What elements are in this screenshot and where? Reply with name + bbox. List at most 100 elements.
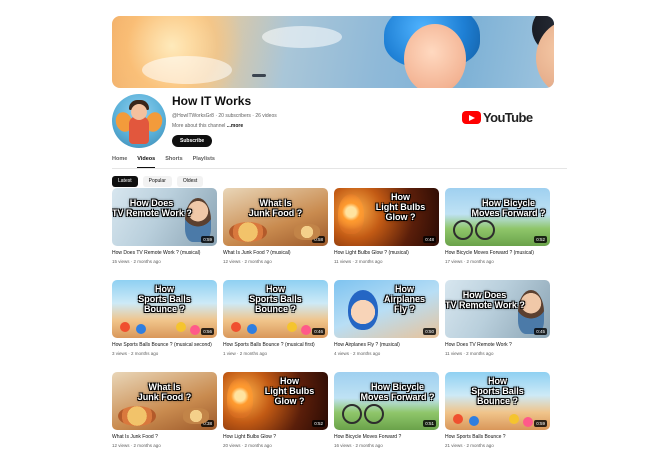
channel-tabs: Home Videos Shorts Playlists — [112, 154, 567, 169]
video-card[interactable]: How Does TV Remote Work ? 0:59 How Does … — [112, 188, 217, 280]
sort-chips: Latest Popular Oldest — [112, 176, 554, 187]
channel-name: How IT Works — [172, 94, 252, 108]
video-duration: 0:46 — [312, 328, 325, 335]
thumbnail-title-text: How Sports Balls Bounce ? — [471, 376, 524, 406]
tab-playlists[interactable]: Playlists — [193, 154, 215, 168]
tab-shorts[interactable]: Shorts — [165, 154, 182, 168]
video-meta: 1 view · 2 months ago — [223, 351, 268, 356]
channel-page: How IT Works @HowITWorksGr8 · 20 subscri… — [112, 16, 567, 187]
channel-avatar[interactable] — [112, 94, 166, 148]
video-meta: 16 views · 2 months ago — [334, 443, 383, 448]
video-title[interactable]: How Light Bulbs Glow ? — [223, 434, 328, 440]
video-title[interactable]: How Sports Balls Bounce ? (musical first… — [223, 342, 328, 348]
video-duration: 0:52 — [534, 236, 547, 243]
channel-meta: @HowITWorksGr8 · 20 subscribers · 26 vid… — [172, 113, 277, 119]
video-thumbnail[interactable]: How Sports Balls Bounce ? 0:56 — [112, 280, 217, 338]
video-duration: 0:38 — [201, 420, 214, 427]
video-title[interactable]: How Bicycle Moves Forward ? (musical) — [445, 250, 550, 256]
video-meta: 17 views · 2 months ago — [445, 259, 494, 264]
video-duration: 0:51 — [423, 420, 436, 427]
video-duration: 0:59 — [534, 420, 547, 427]
video-card[interactable]: How Sports Balls Bounce ? 0:59 How Sport… — [445, 372, 550, 463]
channel-about-text: More about this channel — [172, 123, 226, 129]
video-thumbnail[interactable]: What Is Junk Food ? 0:38 — [112, 372, 217, 430]
banner-cloud — [262, 26, 342, 48]
thumbnail-title-text: How Light Bulbs Glow ? — [375, 192, 426, 222]
video-title[interactable]: How Bicycle Moves Forward ? — [334, 434, 439, 440]
thumbnail-title-text: How Does TV Remote Work ? — [112, 198, 192, 218]
tabs-divider — [112, 168, 567, 169]
video-card[interactable]: How Light Bulbs Glow ? 0:52 How Light Bu… — [223, 372, 328, 463]
channel-about[interactable]: More about this channel ...more — [172, 123, 277, 129]
video-title[interactable]: How Light Bulbs Glow ? (musical) — [334, 250, 439, 256]
video-card[interactable]: How Sports Balls Bounce ? 0:56 How Sport… — [112, 280, 217, 372]
banner-cloud — [142, 56, 232, 84]
video-thumbnail[interactable]: How Sports Balls Bounce ? 0:59 — [445, 372, 550, 430]
youtube-wordmark: YouTube — [483, 110, 533, 125]
chip-popular[interactable]: Popular — [142, 176, 172, 187]
tab-home[interactable]: Home — [112, 154, 127, 168]
thumbnail-title-text: How Does TV Remote Work ? — [445, 290, 525, 310]
thumbnail-title-text: How Sports Balls Bounce ? — [138, 284, 191, 314]
banner-airplane — [252, 74, 266, 77]
video-meta: 20 views · 2 months ago — [223, 443, 272, 448]
video-thumbnail[interactable]: How Bicycle Moves Forward ? 0:51 — [334, 372, 439, 430]
video-title[interactable]: How Sports Balls Bounce ? — [445, 434, 550, 440]
video-card[interactable]: How Bicycle Moves Forward ? 0:52 How Bic… — [445, 188, 550, 280]
video-duration: 0:59 — [201, 236, 214, 243]
video-meta: 3 views · 2 months ago — [112, 351, 159, 356]
youtube-logo[interactable]: YouTube — [462, 110, 533, 125]
thumbnail-title-text: How Light Bulbs Glow ? — [264, 376, 315, 406]
channel-banner — [112, 16, 554, 88]
video-duration: 0:45 — [534, 328, 547, 335]
video-thumbnail[interactable]: What Is Junk Food ? 0:58 — [223, 188, 328, 246]
channel-header: How IT Works @HowITWorksGr8 · 20 subscri… — [112, 94, 554, 152]
video-card[interactable]: How Bicycle Moves Forward ? 0:51 How Bic… — [334, 372, 439, 463]
video-meta: 12 views · 2 months ago — [223, 259, 272, 264]
video-card[interactable]: What Is Junk Food ? 0:38 What Is Junk Fo… — [112, 372, 217, 463]
more-link[interactable]: ...more — [227, 123, 243, 129]
video-thumbnail[interactable]: How Sports Balls Bounce ? 0:46 — [223, 280, 328, 338]
video-card[interactable]: How Does TV Remote Work ? 0:45 How Does … — [445, 280, 550, 372]
thumbnail-title-text: How Bicycle Moves Forward ? — [471, 198, 546, 218]
video-title[interactable]: What Is Junk Food ? (musical) — [223, 250, 328, 256]
video-duration: 0:48 — [423, 236, 436, 243]
video-meta: 15 views · 2 months ago — [112, 259, 161, 264]
video-duration: 0:52 — [312, 420, 325, 427]
video-grid: How Does TV Remote Work ? 0:59 How Does … — [112, 188, 554, 463]
thumbnail-title-text: How Airplanes Fly ? — [383, 284, 425, 314]
video-duration: 0:50 — [423, 328, 436, 335]
video-thumbnail[interactable]: How Bicycle Moves Forward ? 0:52 — [445, 188, 550, 246]
video-thumbnail[interactable]: How Does TV Remote Work ? 0:59 — [112, 188, 217, 246]
tab-videos[interactable]: Videos — [137, 154, 156, 168]
avatar-head — [131, 104, 147, 120]
channel-info: How IT Works @HowITWorksGr8 · 20 subscri… — [172, 94, 277, 147]
banner-kid-face — [404, 24, 466, 88]
video-meta: 11 views · 2 months ago — [334, 259, 383, 264]
video-duration: 0:56 — [201, 328, 214, 335]
video-card[interactable]: What Is Junk Food ? 0:58 What Is Junk Fo… — [223, 188, 328, 280]
avatar-figure — [129, 116, 149, 144]
video-meta: 4 views · 2 months ago — [334, 351, 381, 356]
thumbnail-title-text: How Sports Balls Bounce ? — [249, 284, 302, 314]
video-thumbnail[interactable]: How Light Bulbs Glow ? 0:52 — [223, 372, 328, 430]
video-thumbnail[interactable]: How Does TV Remote Work ? 0:45 — [445, 280, 550, 338]
video-title[interactable]: What Is Junk Food ? — [112, 434, 217, 440]
subscribe-button[interactable]: Subscribe — [172, 135, 213, 147]
thumbnail-title-text: How Bicycle Moves Forward ? — [360, 382, 435, 402]
video-title[interactable]: How Sports Balls Bounce ? (musical secon… — [112, 342, 217, 348]
video-card[interactable]: How Light Bulbs Glow ? 0:48 How Light Bu… — [334, 188, 439, 280]
video-title[interactable]: How Does TV Remote Work ? — [445, 342, 550, 348]
video-card[interactable]: How Airplanes Fly ? 0:50 How Airplanes F… — [334, 280, 439, 372]
chip-latest[interactable]: Latest — [112, 176, 138, 187]
video-card[interactable]: How Sports Balls Bounce ? 0:46 How Sport… — [223, 280, 328, 372]
video-thumbnail[interactable]: How Light Bulbs Glow ? 0:48 — [334, 188, 439, 246]
video-meta: 11 views · 2 months ago — [445, 351, 494, 356]
video-thumbnail[interactable]: How Airplanes Fly ? 0:50 — [334, 280, 439, 338]
video-duration: 0:58 — [312, 236, 325, 243]
video-title[interactable]: How Airplanes Fly ? (musical) — [334, 342, 439, 348]
chip-oldest[interactable]: Oldest — [176, 176, 204, 187]
video-title[interactable]: How Does TV Remote Work ? (musical) — [112, 250, 217, 256]
thumbnail-title-text: What Is Junk Food ? — [137, 382, 192, 402]
thumbnail-title-text: What Is Junk Food ? — [248, 198, 303, 218]
